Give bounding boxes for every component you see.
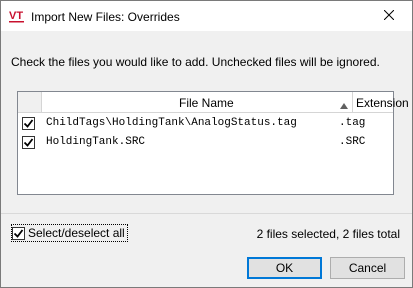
- divider: [1, 213, 412, 214]
- row-extension: .SRC: [339, 136, 366, 148]
- row-file-name: HoldingTank.SRC: [46, 136, 146, 148]
- title-bar[interactable]: VT Import New Files: Overrides: [1, 1, 412, 31]
- select-all-checkbox[interactable]: Select/deselect all: [11, 224, 128, 242]
- window-title: Import New Files: Overrides: [31, 10, 180, 24]
- select-all-label[interactable]: Select/deselect all: [28, 226, 125, 240]
- table-row[interactable]: ChildTags\HoldingTank\AnalogStatus.tag .…: [18, 114, 393, 133]
- svg-text:VT: VT: [9, 10, 23, 22]
- checkmark-icon: [13, 228, 24, 238]
- table-row[interactable]: HoldingTank.SRC .SRC: [18, 133, 393, 152]
- header-file-name[interactable]: File Name: [42, 92, 353, 112]
- cancel-button[interactable]: Cancel: [330, 257, 405, 279]
- close-icon: [383, 9, 395, 23]
- checkmark-icon: [23, 119, 34, 128]
- header-extension[interactable]: Extension: [353, 92, 409, 112]
- instructions-text: Check the files you would like to add. U…: [11, 55, 380, 69]
- close-button[interactable]: [366, 1, 412, 31]
- row-extension: .tag: [339, 117, 366, 129]
- row-file-name: ChildTags\HoldingTank\AnalogStatus.tag: [46, 117, 297, 129]
- ok-button[interactable]: OK: [247, 257, 322, 279]
- checkmark-icon: [23, 138, 34, 147]
- header-extension-label: Extension: [356, 96, 409, 110]
- selection-status: 2 files selected, 2 files total: [256, 227, 400, 241]
- file-grid[interactable]: File Name Extension ChildTags\HoldingTan…: [17, 91, 409, 195]
- header-file-name-label: File Name: [179, 96, 234, 110]
- row-checkbox[interactable]: [22, 136, 35, 149]
- grid-header: File Name Extension: [18, 92, 409, 113]
- sort-ascending-icon: [340, 98, 348, 109]
- import-dialog: VT Import New Files: Overrides Check the…: [0, 0, 413, 288]
- row-checkbox[interactable]: [22, 117, 35, 130]
- select-all-box[interactable]: [12, 226, 25, 240]
- header-check-column[interactable]: [18, 92, 42, 112]
- vt-logo-icon: VT: [9, 9, 27, 23]
